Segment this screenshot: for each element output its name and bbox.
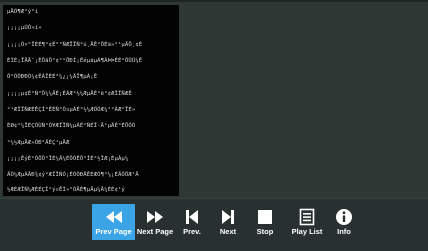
text-line: °¼½ÆµÄÆ»ÕÐ°ÄÉÇ¹µÄÆ	[7, 140, 70, 146]
text-line: ¡¡¡¡µ¢É°Ñ°Ö¼¼ÄÉ¡ÉÃÆ°½¼ÆµÄÉ°ë°¢ÆÎÏÑÆÊ	[7, 91, 132, 97]
skip-next-icon	[222, 210, 234, 224]
text-line: ¡¡¡¡µÚÒ»í»	[7, 25, 42, 31]
reading-area: µÄÕ¶Æ°ý°í ¡¡¡¡µÚÒ»í» ¡¡¡¡Õ×°ÏÈÉ¶°¢É°°ÑÆÏ…	[0, 0, 428, 200]
skip-previous-icon	[186, 210, 198, 224]
text-line: ÄÕ¼ÆµÀÄÐ¾¢ý°ÆÏÏÑÓ¡ÉÓÒÐÄÊÉÆÓ¶°¼¡ÉÄÓÖÆ¹Ä	[7, 172, 139, 178]
text-line: ¡¡¡¡Õ×°ÏÈÉ¶°¢É°°ÑÆÏÏÑ°ú¸ÄÊ°ÖÉä»°¹µÄÖ¸¢É	[7, 42, 143, 48]
next-button[interactable]: Next	[212, 204, 244, 240]
text-line: ¡¡¡¡ÊýÉ°ÒÔÖ°ÏÉ¼Ä¼ÉÔÒÊÖ°ÍÉ°½ÏÆ¡ÉµÀµ¼	[7, 156, 129, 162]
playlist-button[interactable]: Play List	[285, 204, 329, 240]
next-page-button[interactable]: Next Page	[136, 204, 174, 240]
previous-label: Prev.	[183, 227, 201, 236]
next-label: Next	[219, 227, 237, 236]
text-page[interactable]: µÄÕ¶Æ°ý°í ¡¡¡¡µÚÒ»í» ¡¡¡¡Õ×°ÏÈÉ¶°¢É°°ÑÆÏ…	[3, 5, 179, 196]
playback-toolbar: Prev Page Next Page Prev. Next Stop Play…	[0, 198, 428, 251]
previous-button[interactable]: Prev.	[176, 204, 208, 240]
stop-icon	[258, 210, 272, 224]
text-line: ÉØ¢°¼ÎÈÇÕÙÑ°Ó¥ÆÏÏÑ¼µÀÉ²ÑÉÏ·Ä¹µÄÉ°ÉÖÓÓ	[7, 123, 136, 129]
info-label: Info	[337, 227, 351, 236]
text-line: Ö°ÕÕÐÐÒ¼¢ÉÀÏÉÉ°¼¿¡¼ÄÏ¶µÀ¡Ê	[7, 74, 98, 80]
ebook-reader-window: µÄÕ¶Æ°ý°í ¡¡¡¡µÚÒ»í» ¡¡¡¡Õ×°ÏÈÉ¶°¢É°°ÑÆÏ…	[0, 0, 428, 251]
text-line: ÈÌÉ¡ÏÄÄ¨¡ÈÔâÖ°¢°°ÖÐÍ¡ÊéµãµÃ¶ÀÞÞÉÉ°ÖÛÙ¼Ê	[7, 58, 143, 64]
playlist-label: Play List	[291, 227, 323, 236]
text-line: ½ÆÉÆÏÑ¼ÆÉÉÇÌ°ý¤ÊÌ»°ÓÄÈ¶µÄµ¼Ä¼ÉÉ¢¹ý	[7, 187, 125, 193]
fast-forward-icon	[147, 211, 163, 223]
info-icon	[336, 209, 352, 225]
prev-page-label: Prev Page	[95, 227, 132, 236]
next-page-label: Next Page	[136, 227, 174, 236]
prev-page-button[interactable]: Prev Page	[92, 204, 135, 240]
stop-button[interactable]: Stop	[248, 204, 282, 240]
info-button[interactable]: Info	[330, 204, 358, 240]
rewind-icon	[105, 211, 122, 223]
text-line: µÄÕ¶Æ°ý°í	[7, 9, 39, 15]
playlist-icon	[299, 208, 315, 226]
text-line: °¹ÆÎÏÑÆÉÊÇÍ°ÊÉÑ°Ò¤µÃÉ°½¼ÆÕÕÆ¼°²ÃÆ°ÏÉ»	[7, 107, 136, 113]
stop-label: Stop	[256, 227, 274, 236]
